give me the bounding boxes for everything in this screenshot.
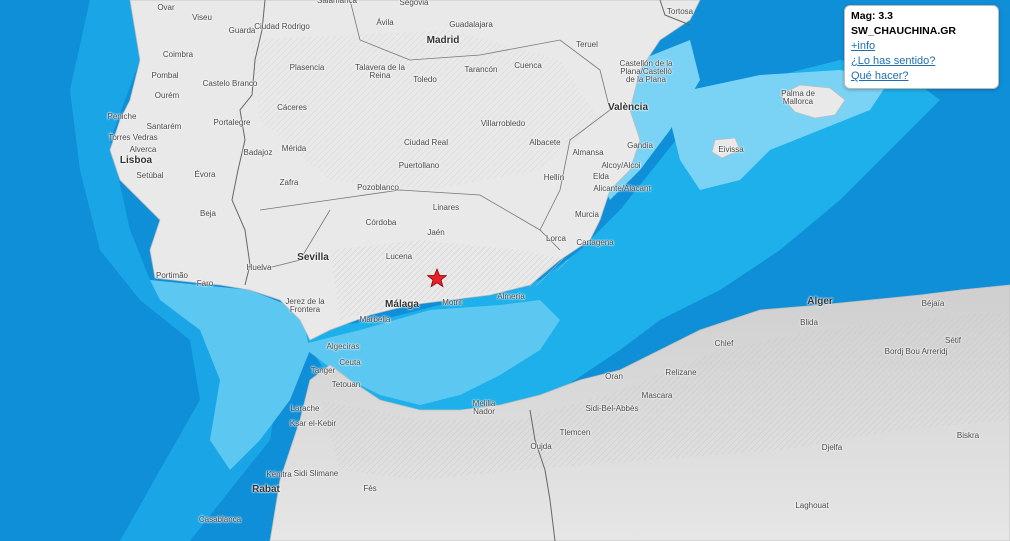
place-label-ksar: Ksar el-Kebir [289, 419, 337, 428]
place-label-blida: Blida [800, 318, 818, 327]
place-label-santarem: Santarém [146, 122, 182, 131]
place-label-tlemcen: Tlemcen [559, 428, 591, 437]
place-label-madrid: Madrid [426, 35, 460, 46]
place-label-salamanca: Salamanca [316, 0, 358, 5]
place-label-eivissa: Eivissa [718, 145, 744, 154]
place-label-kenitra: Kénitra [266, 470, 292, 479]
place-label-tortosa: Tortosa [666, 7, 694, 16]
place-label-jaen: Jaén [427, 228, 445, 237]
place-label-setubal: Setúbal [136, 171, 164, 180]
place-label-faro: Faro [196, 279, 214, 288]
place-label-castellon: Castellón de la Plana/Castelló de la Pla… [619, 59, 673, 84]
place-label-ciudad-real: Ciudad Real [403, 138, 449, 147]
more-info-link[interactable]: +info [851, 39, 993, 54]
place-label-huelva: Huelva [246, 263, 272, 272]
place-label-almansa: Almansa [572, 148, 604, 157]
place-label-cuenca: Cuenca [514, 61, 542, 70]
place-label-albacete: Albacete [529, 138, 561, 147]
place-label-torres-vedras: Torres Vedras [108, 133, 158, 142]
place-label-ciudad-rodrigo: Ciudad Rodrigo [254, 22, 310, 31]
place-label-larache: Larache [290, 404, 320, 413]
place-label-laghouat: Laghouat [795, 501, 829, 510]
place-label-relizane: Relizane [665, 368, 697, 377]
epicenter-star-icon[interactable] [427, 268, 447, 288]
what-to-do-link[interactable]: Qué hacer? [851, 69, 993, 84]
place-label-murcia: Murcia [574, 210, 600, 219]
place-label-coimbra: Coimbra [162, 50, 194, 59]
place-label-oran: Oran [605, 372, 623, 381]
felt-it-link[interactable]: ¿Lo has sentido? [851, 54, 993, 69]
place-label-casablanca: Casablanca [198, 515, 242, 524]
place-label-plasencia: Plasencia [289, 63, 325, 72]
place-label-tarancon: Tarancón [464, 65, 498, 74]
place-label-castelo-branco: Castelo Branco [202, 79, 258, 88]
place-label-ourem: Ourém [154, 91, 180, 100]
place-label-badajoz: Badajoz [243, 148, 273, 157]
place-label-villarrobledo: Villarrobledo [480, 119, 526, 128]
place-label-portalegre: Portalegre [213, 118, 251, 127]
place-label-mascara: Mascara [641, 391, 673, 400]
place-label-setif: Sétif [944, 336, 962, 345]
place-label-ovar: Ovar [157, 3, 175, 12]
place-label-beja: Beja [199, 209, 217, 218]
place-label-pombal: Pombal [151, 71, 179, 80]
place-label-talavera: Talavera de la Reina [355, 63, 405, 80]
place-label-elda: Elda [592, 172, 610, 181]
place-label-avila: Ávila [376, 18, 394, 27]
place-label-chlef: Chlef [714, 339, 734, 348]
place-label-cordoba: Córdoba [365, 218, 397, 227]
place-label-bejaia: Béjaïa [921, 299, 945, 308]
place-label-almeria: Almería [497, 292, 525, 301]
earthquake-info-popup: Mag: 3.3 SW_CHAUCHINA.GR +info ¿Lo has s… [844, 5, 999, 89]
place-label-ceuta: Ceuta [339, 358, 361, 367]
place-label-palma: Palma de Mallorca [781, 89, 815, 106]
place-label-melilla: Melilla Nador [472, 399, 496, 416]
place-label-sidi-bel-abbes: Sidi-Bel-Abbès [585, 404, 639, 413]
place-label-zafra: Zafra [279, 178, 299, 187]
place-label-jerez: Jerez de la Frontera [285, 297, 325, 314]
place-label-merida: Mérida [281, 144, 307, 153]
place-label-fes: Fès [363, 484, 377, 493]
place-label-bordj: Bordj Bou Arreridj [884, 347, 948, 356]
place-label-biskra: Biskra [956, 431, 980, 440]
place-label-valencia: València [607, 102, 649, 113]
place-label-peniche: Peniche [107, 112, 137, 121]
place-label-gandia: Gandia [627, 141, 653, 150]
place-label-alverca: Alverca [129, 145, 157, 154]
place-label-marbella: Marbella [359, 315, 391, 324]
place-label-rabat: Rabat [252, 484, 280, 495]
place-label-lorca: Lorca [545, 234, 567, 243]
place-label-segovia: Segovia [399, 0, 429, 7]
place-label-algeciras: Algeciras [326, 342, 360, 351]
place-label-motril: Motril [442, 298, 462, 307]
place-label-hellin: Hellín [543, 173, 565, 182]
place-label-pozoblanco: Pozoblanco [357, 183, 399, 192]
place-label-tanger: Tanger [310, 366, 336, 375]
place-label-guarda: Guarda [228, 26, 256, 35]
place-label-lucena: Lucena [385, 252, 413, 261]
place-label-alger: Alger [807, 296, 833, 307]
place-label-viseu: Viseu [192, 13, 212, 22]
place-label-cartagena: Cartagena [576, 238, 614, 247]
place-label-alicante: Alicante/Alacant [593, 184, 651, 193]
place-label-portimao: Portimão [155, 271, 189, 280]
place-label-evora: Évora [194, 170, 216, 179]
place-label-oujda: Oujda [530, 442, 552, 451]
place-label-toledo: Toledo [413, 75, 437, 84]
place-label-caceres: Cáceres [277, 103, 307, 112]
place-label-alcoy: Alcoy/Alcoi [601, 161, 641, 170]
place-label-linares: Linares [432, 203, 460, 212]
place-label-malaga: Málaga [385, 299, 419, 310]
place-label-puertollano: Puertollano [398, 161, 440, 170]
popup-title: Mag: 3.3 SW_CHAUCHINA.GR [851, 10, 956, 37]
place-label-lisboa: Lisboa [119, 155, 153, 166]
place-label-sevilla: Sevilla [297, 252, 329, 263]
place-label-tetouan: Tetouan [331, 380, 361, 389]
place-label-teruel: Teruel [576, 40, 598, 49]
place-label-guadalajara: Guadalajara [449, 20, 493, 29]
place-label-sidi-slimane: Sidi Slimane [293, 469, 339, 478]
place-label-djelfa: Djelfa [821, 443, 843, 452]
